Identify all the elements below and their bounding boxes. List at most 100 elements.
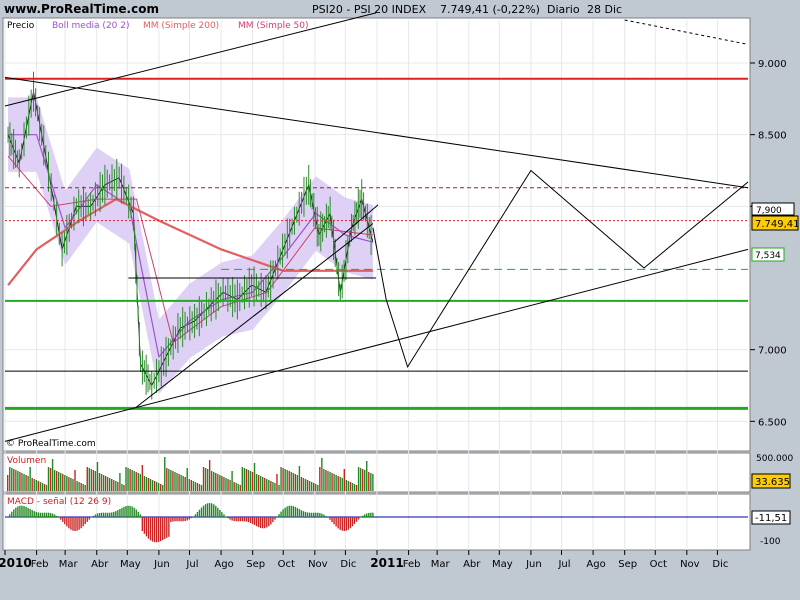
volume-bar bbox=[149, 479, 152, 491]
volume-bar bbox=[19, 472, 21, 491]
macd-bar bbox=[27, 507, 29, 517]
macd-bar bbox=[351, 517, 354, 527]
volume-bar bbox=[349, 482, 352, 491]
y-tick-label: 6.500 bbox=[758, 417, 787, 428]
macd-bar bbox=[247, 517, 250, 523]
volume-bar bbox=[266, 479, 268, 491]
x-tick-label: Ago bbox=[214, 559, 233, 570]
volume-bar bbox=[117, 482, 119, 491]
volume-bar bbox=[194, 482, 197, 491]
site-url[interactable]: www.ProRealTime.com bbox=[4, 2, 159, 16]
volume-bar bbox=[70, 478, 72, 491]
macd-bar bbox=[266, 517, 268, 528]
macd-bar bbox=[341, 517, 343, 531]
macd-bar bbox=[319, 512, 321, 517]
macd-bar bbox=[133, 507, 135, 517]
volume-bar bbox=[29, 467, 31, 491]
macd-bar bbox=[325, 515, 327, 517]
macd-bar bbox=[284, 507, 286, 517]
volume-bar bbox=[372, 474, 374, 491]
volume-bar bbox=[109, 478, 111, 491]
macd-bar bbox=[288, 505, 290, 517]
macd-bar bbox=[11, 511, 13, 517]
macd-bar bbox=[66, 517, 68, 527]
macd-bar bbox=[84, 517, 86, 525]
volume-bar bbox=[190, 480, 192, 491]
volume-bar bbox=[298, 466, 301, 491]
volume-bar bbox=[243, 468, 246, 491]
volume-bar bbox=[361, 469, 364, 491]
volume-bar bbox=[213, 472, 215, 491]
macd-bar bbox=[168, 517, 170, 537]
macd-bar bbox=[317, 512, 319, 517]
macd-bar bbox=[270, 517, 272, 525]
volume-bar bbox=[192, 481, 195, 491]
volume-bar bbox=[139, 474, 141, 491]
volume-panel[interactable] bbox=[2, 452, 751, 493]
volume-bar bbox=[174, 472, 176, 491]
volume-tick: 500.000 bbox=[756, 454, 793, 464]
volume-title: Volumen bbox=[7, 456, 46, 466]
macd-bar bbox=[149, 517, 152, 541]
volume-bar bbox=[315, 484, 317, 491]
volume-bar bbox=[33, 479, 35, 491]
price-panel[interactable] bbox=[2, 17, 751, 452]
volume-bar bbox=[121, 484, 123, 491]
x-tick-label: Sep bbox=[246, 559, 265, 570]
macd-bar bbox=[227, 517, 229, 519]
volume-bar bbox=[49, 468, 52, 491]
macd-bar bbox=[76, 517, 78, 531]
volume-bar bbox=[274, 483, 276, 491]
volume-bar bbox=[284, 469, 286, 491]
macd-bar bbox=[176, 517, 178, 522]
volume-bar bbox=[98, 473, 101, 491]
volume-bar bbox=[333, 474, 335, 491]
volume-bar bbox=[135, 472, 137, 491]
volume-bar bbox=[264, 478, 266, 491]
macd-bar bbox=[264, 517, 266, 529]
macd-bar bbox=[100, 512, 103, 517]
volume-bar bbox=[276, 474, 278, 491]
volume-bar bbox=[127, 468, 129, 491]
volume-bar bbox=[47, 467, 50, 491]
volume-bar bbox=[247, 470, 250, 491]
macd-bar bbox=[115, 511, 117, 517]
volume-bar bbox=[196, 483, 199, 491]
volume-bar bbox=[94, 471, 97, 491]
macd-bar bbox=[162, 517, 164, 541]
macd-bar bbox=[182, 517, 184, 522]
volume-bar bbox=[9, 467, 11, 491]
macd-bar bbox=[249, 517, 252, 523]
macd-bar bbox=[194, 514, 197, 517]
volume-bar bbox=[72, 479, 74, 491]
volume-bar bbox=[84, 485, 86, 491]
volume-bar bbox=[157, 483, 160, 491]
volume-bar bbox=[198, 484, 201, 491]
macd-bar bbox=[339, 517, 341, 530]
macd-bar bbox=[180, 517, 182, 522]
volume-bar bbox=[102, 475, 105, 491]
macd-bar bbox=[184, 517, 186, 522]
macd-bar bbox=[94, 514, 97, 517]
macd-bar bbox=[64, 517, 66, 525]
volume-bar bbox=[23, 474, 25, 491]
macd-bar bbox=[92, 515, 95, 517]
macd-bar bbox=[335, 517, 337, 527]
volume-bar bbox=[259, 476, 262, 491]
macd-bar bbox=[170, 517, 172, 523]
macd-panel[interactable] bbox=[2, 493, 751, 551]
macd-bar bbox=[106, 512, 109, 517]
volume-bar bbox=[368, 472, 370, 491]
volume-bar bbox=[125, 467, 127, 491]
volume-bar bbox=[53, 470, 56, 491]
macd-bar bbox=[221, 512, 223, 517]
volume-bar bbox=[153, 481, 156, 491]
macd-bar bbox=[51, 513, 54, 517]
volume-bar bbox=[345, 480, 348, 491]
volume-bar bbox=[204, 468, 207, 491]
macd-bar bbox=[49, 512, 52, 517]
macd-bar bbox=[96, 513, 99, 517]
macd-bar bbox=[313, 512, 315, 517]
volume-bar bbox=[37, 481, 39, 491]
macd-bar bbox=[98, 512, 101, 517]
